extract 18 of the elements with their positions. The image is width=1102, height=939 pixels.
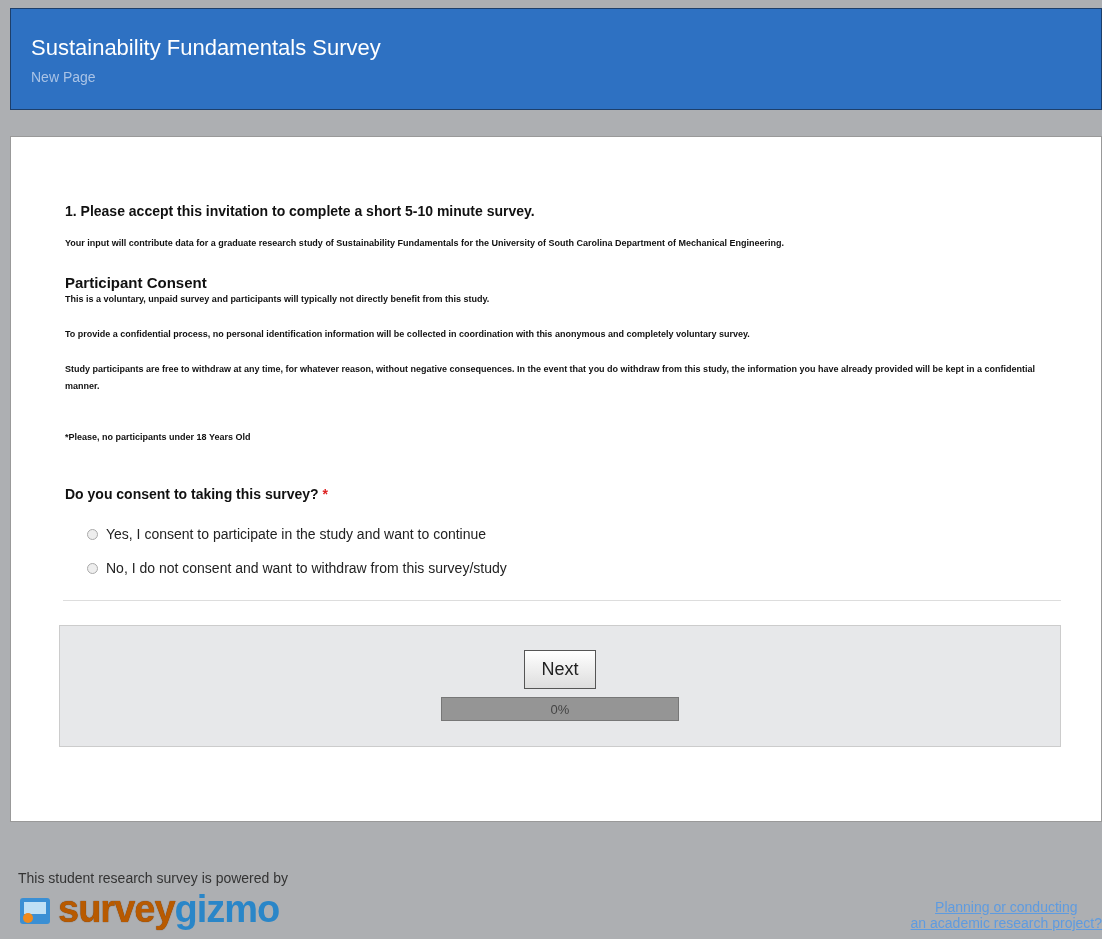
logo-wordmark: surveygizmo	[58, 888, 280, 931]
next-button[interactable]: Next	[524, 650, 596, 689]
consent-paragraph: To provide a confidential process, no personal identification information will be collected in coordination with this anonymous and completely voluntary survey.	[65, 328, 751, 341]
radio-option[interactable]: Yes, I consent to participate in the study and want to continue	[87, 526, 1061, 542]
radio-icon[interactable]	[87, 562, 98, 574]
age-note: *Please, no participants under 18 Years Old	[65, 431, 252, 444]
radio-option[interactable]: No, I do not consent and want to withdraw from this survey/study	[87, 560, 1061, 576]
survey-title: Sustainability Fundamentals Survey	[31, 35, 382, 61]
section-heading: Participant Consent	[65, 274, 208, 291]
page-subtitle: New Page	[31, 69, 97, 85]
radio-icon[interactable]	[87, 528, 98, 540]
question-title: 1. Please accept this invitation to complete a short 5-10 minute survey.	[65, 203, 536, 219]
progress-reading: 0%	[550, 701, 570, 717]
consent-paragraph: This is a voluntary, unpaid survey and participants will typically not directly benefit from this study.	[65, 293, 491, 306]
intro-text: Your input will contribute data for a graduate research study of Sustainability Fundamentals for the University of South Carolina Department of Mechanical Engineering.	[65, 237, 785, 250]
powered-by-text: This student research survey is powered by	[18, 870, 288, 886]
consent-paragraph: Study participants are free to withdraw at any time, for whatever reason, without negative consequences. In the event that you do withdraw from this study, the information you have already provided will be kept in a confidential manner.	[65, 363, 1036, 393]
question-title: Do you consent to taking this survey? *	[65, 486, 329, 502]
